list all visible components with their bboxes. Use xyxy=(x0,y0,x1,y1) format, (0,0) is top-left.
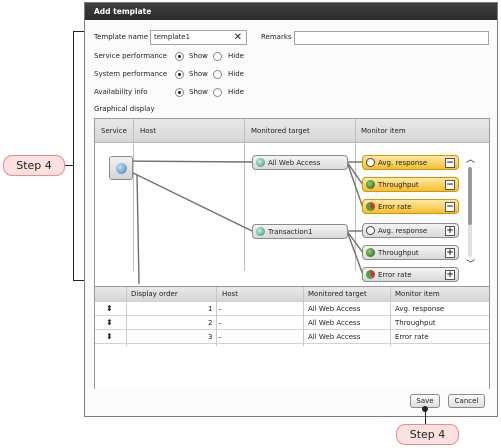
monitor-item-avg-response-2[interactable]: Avg. response + xyxy=(362,223,459,238)
service-performance-hide-radio[interactable] xyxy=(213,52,222,61)
hide-label: Hide xyxy=(228,88,244,96)
add-item-button[interactable]: + xyxy=(445,248,455,258)
monitor-item-error-rate-1[interactable]: Error rate − xyxy=(362,199,459,214)
table-row[interactable]: ⬍ 1 – All Web Access Avg. response xyxy=(95,302,489,316)
dialog-title: Add template xyxy=(85,3,497,20)
service-node[interactable] xyxy=(109,156,133,180)
bracket-connector xyxy=(65,165,73,166)
system-performance-hide-radio[interactable] xyxy=(213,70,222,79)
service-performance-show-radio[interactable] xyxy=(175,52,184,61)
remarks-label: Remarks xyxy=(261,33,292,41)
table-header-monitored-target: Monitored target xyxy=(308,290,367,298)
stopwatch-icon xyxy=(366,158,375,167)
reorder-handle-icon[interactable]: ⬍ xyxy=(106,330,113,344)
target-cell: All Web Access xyxy=(308,319,361,327)
step-callout-bottom: Step 4 xyxy=(396,424,459,445)
stopwatch-icon xyxy=(366,226,375,235)
table-header: Display order Host Monitored target Moni… xyxy=(95,287,489,302)
graphical-display-label: Graphical display xyxy=(94,105,155,113)
table-row[interactable]: ⬍ 3 – All Web Access Error rate xyxy=(95,330,489,344)
target-icon xyxy=(256,227,265,236)
add-template-dialog: Add template Template name template1 ✕ R… xyxy=(84,2,498,417)
add-item-button[interactable]: + xyxy=(445,270,455,280)
availability-info-label: Availability info xyxy=(94,88,148,96)
target-node-transaction1[interactable]: Transaction1 xyxy=(252,224,348,239)
monitor-item-label: Throughput xyxy=(378,181,419,189)
step-callout-left: Step 4 xyxy=(3,155,65,176)
monitor-item-avg-response-1[interactable]: Avg. response − xyxy=(362,155,459,170)
reorder-handle-icon[interactable]: ⬍ xyxy=(106,316,113,330)
remarks-input[interactable] xyxy=(294,31,489,45)
scrollbar-thumb[interactable] xyxy=(468,167,472,225)
scroll-down-icon[interactable]: ﹀ xyxy=(466,257,475,270)
monitor-item-label: Error rate xyxy=(378,271,412,279)
show-label: Show xyxy=(189,52,208,60)
show-label: Show xyxy=(189,70,208,78)
monitor-item-label: Throughput xyxy=(378,249,419,257)
clear-icon[interactable]: ✕ xyxy=(234,31,242,44)
system-performance-show-radio[interactable] xyxy=(175,70,184,79)
system-performance-label: System performance xyxy=(94,70,168,78)
target-cell: All Web Access xyxy=(308,333,361,341)
display-order-table: Display order Host Monitored target Moni… xyxy=(95,286,489,389)
target-node-all-web-access[interactable]: All Web Access xyxy=(252,155,348,170)
show-label: Show xyxy=(189,88,208,96)
monitor-item-label: Error rate xyxy=(378,203,412,211)
bracket-line xyxy=(73,31,74,281)
hide-label: Hide xyxy=(228,70,244,78)
remove-item-button[interactable]: − xyxy=(445,158,455,168)
throughput-icon xyxy=(366,248,375,257)
monitor-item-error-rate-2[interactable]: Error rate + xyxy=(362,267,459,282)
monitor-item-throughput-2[interactable]: Throughput + xyxy=(362,245,459,260)
scroll-up-icon[interactable]: ︿ xyxy=(466,152,475,165)
error-rate-icon xyxy=(366,270,375,279)
host-cell: – xyxy=(218,319,222,327)
monitor-item-throughput-1[interactable]: Throughput − xyxy=(362,177,459,192)
service-performance-label: Service performance xyxy=(94,52,167,60)
availability-info-show-radio[interactable] xyxy=(175,88,184,97)
remove-item-button[interactable]: − xyxy=(445,180,455,190)
item-cell: Error rate xyxy=(395,333,429,341)
add-item-button[interactable]: + xyxy=(445,226,455,236)
order-cell: 2 xyxy=(208,319,213,327)
graph-scrollbar[interactable]: ︿ ﹀ xyxy=(464,153,476,271)
remove-item-button[interactable]: − xyxy=(445,202,455,212)
error-rate-icon xyxy=(366,202,375,211)
cancel-button[interactable]: Cancel xyxy=(448,394,485,408)
monitor-item-label: Avg. response xyxy=(378,227,428,235)
scrollbar-track[interactable] xyxy=(468,167,472,257)
order-cell: 3 xyxy=(208,333,213,341)
service-globe-icon xyxy=(116,163,127,174)
target-label: All Web Access xyxy=(268,159,321,167)
target-icon xyxy=(256,158,265,167)
target-label: Transaction1 xyxy=(268,228,313,236)
table-header-host: Host xyxy=(222,290,238,298)
template-name-label: Template name xyxy=(94,33,149,41)
table-row[interactable]: ⬍ 2 – All Web Access Throughput xyxy=(95,316,489,330)
item-cell: Throughput xyxy=(395,319,436,327)
item-cell: Avg. response xyxy=(395,305,445,313)
callout-pointer-dot xyxy=(422,406,428,412)
table-header-display-order: Display order xyxy=(131,290,178,298)
callout-pointer-line xyxy=(425,410,426,425)
graphical-display-panel: Service Host Monitored target Monitor it… xyxy=(94,118,490,389)
hide-label: Hide xyxy=(228,52,244,60)
template-name-value: template1 xyxy=(154,33,191,41)
availability-info-hide-radio[interactable] xyxy=(213,88,222,97)
target-cell: All Web Access xyxy=(308,305,361,313)
host-cell: – xyxy=(218,305,222,313)
throughput-icon xyxy=(366,180,375,189)
reorder-handle-icon[interactable]: ⬍ xyxy=(106,302,113,316)
table-header-monitor-item: Monitor item xyxy=(395,290,440,298)
monitor-item-label: Avg. response xyxy=(378,159,428,167)
host-cell: – xyxy=(218,333,222,341)
order-cell: 1 xyxy=(208,305,213,313)
template-name-input[interactable]: template1 ✕ xyxy=(150,30,247,45)
